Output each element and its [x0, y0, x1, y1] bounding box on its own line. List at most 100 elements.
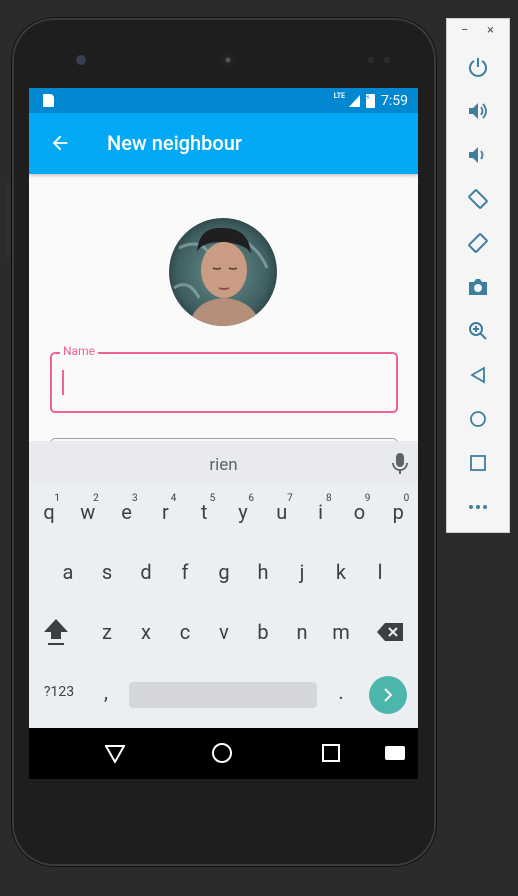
key-a[interactable]: a — [49, 547, 87, 597]
key-l[interactable]: l — [361, 547, 399, 597]
emulator-toolbar: − × — [446, 18, 510, 533]
key-s[interactable]: s — [88, 547, 126, 597]
key-number-hint: 6 — [248, 493, 254, 504]
status-bar: LTE 7:59 — [29, 88, 418, 113]
camera-icon — [469, 279, 487, 295]
key-number-hint: 1 — [54, 493, 60, 504]
space-bar[interactable] — [129, 682, 317, 708]
more-button[interactable] — [466, 495, 490, 519]
key-label: u — [276, 500, 288, 524]
keyboard-switch-icon[interactable] — [385, 746, 405, 760]
key-n[interactable]: n — [283, 607, 321, 657]
key-f[interactable]: f — [166, 547, 204, 597]
key-j[interactable]: j — [283, 547, 321, 597]
key-h[interactable]: h — [244, 547, 282, 597]
key-number-hint: 2 — [93, 493, 99, 504]
soft-keyboard: rien 1q2w3e4r5t6y7u8i9o0p asdfghjkl z x … — [29, 441, 418, 728]
close-button[interactable]: × — [487, 23, 494, 38]
earpiece-speaker — [220, 52, 236, 68]
app-bar: New neighbour — [29, 113, 418, 174]
key-w[interactable]: 2w — [69, 487, 107, 537]
backspace-key[interactable] — [371, 607, 409, 657]
key-t[interactable]: 5t — [185, 487, 223, 537]
key-r[interactable]: 4r — [146, 487, 184, 537]
volume-up-button[interactable] — [466, 99, 490, 123]
symbols-key[interactable]: ?123 — [37, 667, 81, 717]
sd-card-icon — [43, 94, 54, 107]
proximity-sensor — [367, 56, 391, 64]
key-b[interactable]: b — [244, 607, 282, 657]
screenshot-button[interactable] — [466, 275, 490, 299]
avatar[interactable] — [169, 218, 277, 326]
key-q[interactable]: 1q — [30, 487, 68, 537]
key-number-hint: 4 — [170, 493, 177, 504]
rotate-right-icon — [468, 233, 488, 253]
navigation-bar — [29, 728, 418, 779]
key-label: q — [43, 500, 55, 524]
microphone-icon[interactable] — [392, 453, 408, 475]
power-icon — [469, 58, 487, 77]
minimize-button[interactable]: − — [461, 23, 468, 38]
key-number-hint: 5 — [209, 493, 216, 504]
power-button[interactable] — [466, 55, 490, 79]
battery-charging-icon — [365, 93, 375, 108]
network-type: LTE — [333, 92, 345, 100]
key-e[interactable]: 3e — [108, 487, 146, 537]
home-button[interactable] — [466, 407, 490, 431]
key-number-hint: 0 — [403, 493, 410, 504]
rotate-left-button[interactable] — [466, 187, 490, 211]
more-icon — [469, 505, 487, 509]
key-d[interactable]: d — [127, 547, 165, 597]
nav-back-icon[interactable] — [105, 745, 125, 763]
period-key[interactable]: . — [322, 667, 360, 717]
back-button[interactable] — [466, 363, 490, 387]
key-k[interactable]: k — [322, 547, 360, 597]
phone-side-button — [6, 180, 11, 260]
comma-key[interactable]: , — [87, 667, 125, 717]
volume-down-button[interactable] — [466, 143, 490, 167]
device-screen: LTE 7:59 New neighbour — [29, 88, 418, 779]
signal-icon — [349, 94, 360, 107]
shift-icon — [44, 619, 68, 645]
suggestion-strip: rien — [29, 441, 418, 485]
key-number-hint: 8 — [325, 493, 332, 504]
nav-home-icon[interactable] — [212, 743, 232, 763]
overview-icon — [470, 455, 486, 471]
volume-down-icon — [469, 147, 484, 163]
key-label: y — [238, 500, 248, 524]
key-m[interactable]: m — [322, 607, 360, 657]
name-field-label: Name — [60, 344, 98, 358]
key-label: o — [353, 500, 366, 524]
key-v[interactable]: v — [205, 607, 243, 657]
home-icon — [470, 411, 486, 427]
key-number-hint: 9 — [364, 493, 371, 504]
key-i[interactable]: 8i — [302, 487, 340, 537]
shift-key[interactable] — [37, 607, 75, 657]
key-y[interactable]: 6y — [224, 487, 262, 537]
back-icon — [470, 366, 485, 384]
front-camera — [76, 55, 86, 65]
chevron-right-icon — [384, 688, 393, 702]
key-label: p — [392, 500, 404, 524]
zoom-button[interactable] — [466, 319, 490, 343]
name-input[interactable]: Name — [50, 344, 398, 413]
zoom-icon — [469, 322, 487, 340]
rotate-right-button[interactable] — [466, 231, 490, 255]
overview-button[interactable] — [466, 451, 490, 475]
enter-key[interactable] — [369, 676, 407, 714]
key-label: t — [200, 500, 208, 524]
key-number-hint: 3 — [131, 493, 138, 504]
page-title: New neighbour — [107, 131, 242, 155]
nav-recents-icon[interactable] — [322, 744, 340, 762]
text-cursor — [62, 370, 64, 395]
key-u[interactable]: 7u — [263, 487, 301, 537]
key-o[interactable]: 9o — [340, 487, 378, 537]
key-z[interactable]: z — [88, 607, 126, 657]
key-g[interactable]: g — [205, 547, 243, 597]
suggestion-word[interactable]: rien — [29, 455, 418, 475]
back-arrow-icon[interactable] — [49, 132, 71, 154]
key-x[interactable]: x — [127, 607, 165, 657]
key-p[interactable]: 0p — [379, 487, 417, 537]
key-c[interactable]: c — [166, 607, 204, 657]
key-label: i — [318, 500, 324, 524]
